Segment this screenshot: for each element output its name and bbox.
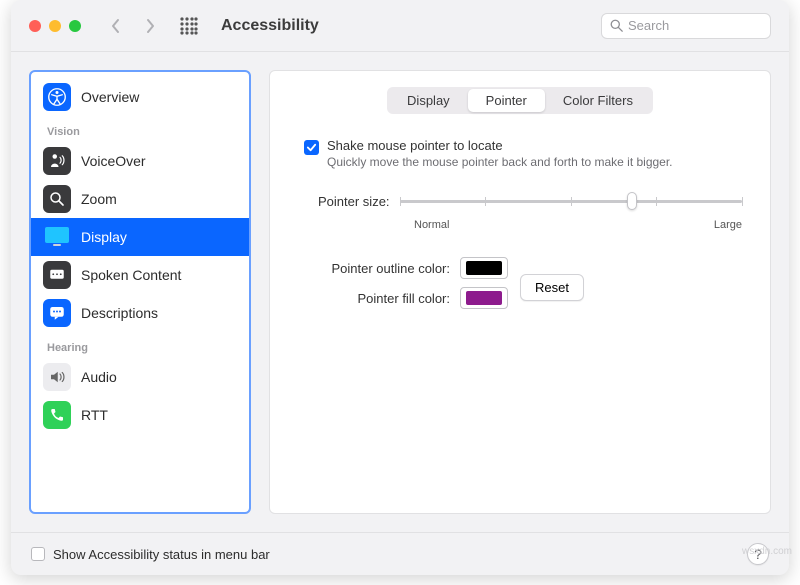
- pointer-outline-color-well[interactable]: [460, 257, 508, 279]
- sidebar-item-rtt[interactable]: RTT: [31, 396, 249, 434]
- sidebar-section-vision: Vision: [31, 116, 249, 142]
- spoken-content-icon: [43, 261, 71, 289]
- accessibility-sidebar[interactable]: Overview Vision VoiceOver Zoom Displa: [29, 70, 251, 514]
- search-input[interactable]: [628, 18, 762, 33]
- close-window-button[interactable]: [29, 20, 41, 32]
- sidebar-item-voiceover[interactable]: VoiceOver: [31, 142, 249, 180]
- voiceover-icon: [43, 147, 71, 175]
- watermark: wsxdn.com: [742, 546, 792, 557]
- search-icon: [610, 19, 623, 32]
- zoom-icon: [43, 185, 71, 213]
- rtt-icon: [43, 401, 71, 429]
- settings-panel: Display Pointer Color Filters Shake mous…: [269, 70, 771, 514]
- slider-min-label: Normal: [414, 219, 449, 231]
- sidebar-item-overview[interactable]: Overview: [31, 78, 249, 116]
- accessibility-icon: [43, 83, 71, 111]
- sidebar-item-label: RTT: [81, 407, 108, 423]
- tab-color-filters[interactable]: Color Filters: [545, 89, 651, 112]
- window-title: Accessibility: [221, 17, 319, 35]
- display-icon: [43, 223, 71, 251]
- show-status-label: Show Accessibility status in menu bar: [53, 547, 270, 562]
- sidebar-item-label: VoiceOver: [81, 153, 146, 169]
- shake-to-locate-description: Quickly move the mouse pointer back and …: [327, 155, 673, 169]
- reset-button[interactable]: Reset: [520, 274, 584, 301]
- sidebar-section-hearing: Hearing: [31, 332, 249, 358]
- slider-thumb[interactable]: [627, 192, 637, 210]
- shake-to-locate-label: Shake mouse pointer to locate: [327, 138, 673, 153]
- sidebar-item-label: Overview: [81, 89, 139, 105]
- sidebar-item-label: Zoom: [81, 191, 117, 207]
- audio-icon: [43, 363, 71, 391]
- fill-swatch: [466, 291, 502, 305]
- pointer-outline-label: Pointer outline color:: [298, 261, 450, 276]
- forward-button[interactable]: [137, 13, 163, 39]
- descriptions-icon: [43, 299, 71, 327]
- sidebar-item-spoken-content[interactable]: Spoken Content: [31, 256, 249, 294]
- slider-max-label: Large: [714, 219, 742, 231]
- outline-swatch: [466, 261, 502, 275]
- tab-pointer[interactable]: Pointer: [468, 89, 545, 112]
- sidebar-item-zoom[interactable]: Zoom: [31, 180, 249, 218]
- pointer-size-label: Pointer size:: [318, 194, 390, 209]
- minimize-window-button[interactable]: [49, 20, 61, 32]
- sidebar-item-audio[interactable]: Audio: [31, 358, 249, 396]
- sidebar-item-label: Display: [81, 229, 127, 245]
- display-tabs: Display Pointer Color Filters: [387, 87, 653, 114]
- sidebar-item-label: Spoken Content: [81, 267, 181, 283]
- traffic-lights[interactable]: [29, 20, 81, 32]
- sidebar-item-label: Descriptions: [81, 305, 158, 321]
- show-all-preferences-button[interactable]: [175, 12, 203, 40]
- sidebar-item-descriptions[interactable]: Descriptions: [31, 294, 249, 332]
- shake-to-locate-checkbox[interactable]: [304, 140, 319, 155]
- show-status-checkbox[interactable]: [31, 547, 45, 561]
- back-button[interactable]: [103, 13, 129, 39]
- pointer-fill-color-well[interactable]: [460, 287, 508, 309]
- sidebar-item-display[interactable]: Display: [31, 218, 249, 256]
- pointer-fill-label: Pointer fill color:: [298, 291, 450, 306]
- sidebar-item-label: Audio: [81, 369, 117, 385]
- pointer-size-slider[interactable]: [400, 191, 742, 211]
- tab-display[interactable]: Display: [389, 89, 468, 112]
- search-field[interactable]: [601, 13, 771, 39]
- zoom-window-button[interactable]: [69, 20, 81, 32]
